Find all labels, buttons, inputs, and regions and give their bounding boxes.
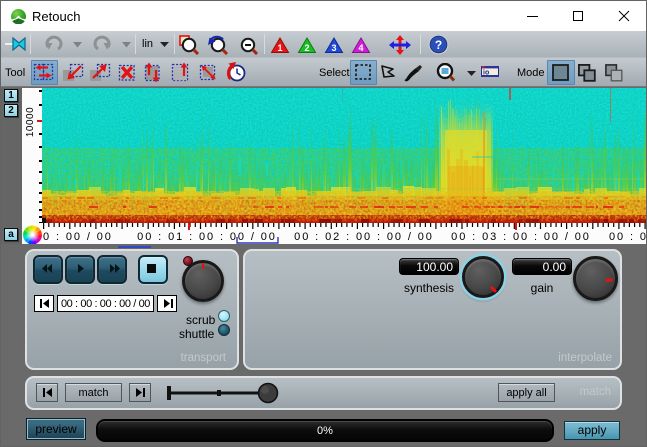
svg-text:00 : 03 : 00 : 00 / 00: 00 : 03 : 00 : 00 / 00 [451,231,591,243]
svg-text:1: 1 [277,43,282,53]
svg-text:00 : 0: 00 : 0 [609,231,646,243]
svg-text:2: 2 [304,43,309,53]
svg-text:3: 3 [331,43,336,53]
svg-text:io: io [483,70,489,77]
svg-text:10000: 10000 [25,107,36,137]
svg-text:4: 4 [358,43,363,53]
svg-text:00 : 01 : 00 : 00 / 00: 00 : 01 : 00 : 00 / 00 [137,231,277,243]
svg-text:0 : 00 / 00: 0 : 00 / 00 [43,231,113,243]
svg-text:?: ? [435,38,442,52]
svg-text:00 : 02 : 00 : 00 / 00: 00 : 02 : 00 : 00 / 00 [294,231,434,243]
